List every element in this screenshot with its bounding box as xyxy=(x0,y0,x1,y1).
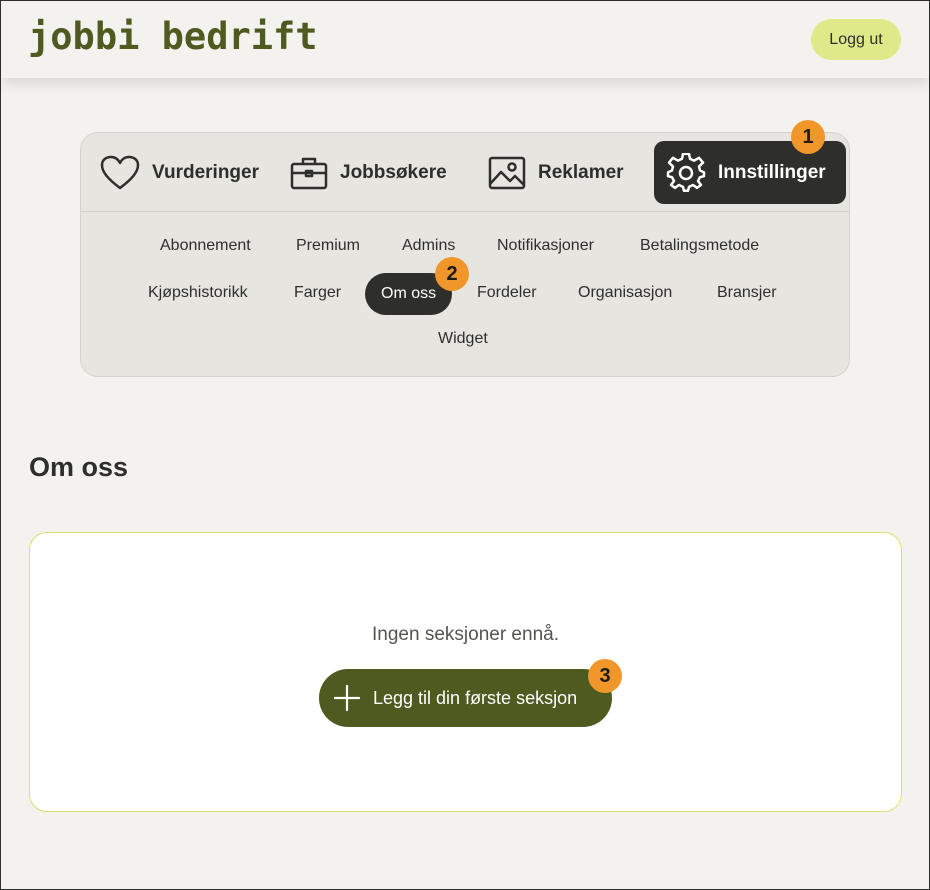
subnav-widget[interactable]: Widget xyxy=(438,318,488,360)
image-icon xyxy=(488,156,526,189)
gear-icon xyxy=(666,152,706,192)
subnav-kjopshistorikk[interactable]: Kjøpshistorikk xyxy=(148,272,248,314)
logout-button[interactable]: Logg ut xyxy=(811,19,901,60)
subnav-notifikasjoner[interactable]: Notifikasjoner xyxy=(497,225,594,267)
tab-label: Jobbsøkere xyxy=(340,161,447,183)
subnav-farger[interactable]: Farger xyxy=(294,272,341,314)
step-badge-2: 2 xyxy=(435,257,469,291)
add-button-label: Legg til din første seksjon xyxy=(373,687,578,708)
briefcase-icon xyxy=(290,157,328,189)
logo[interactable]: jobbi bedrift xyxy=(28,15,318,58)
tab-reklamer[interactable]: Reklamer xyxy=(488,141,624,204)
subnav-abonnement[interactable]: Abonnement xyxy=(160,225,251,267)
empty-state-text: Ingen seksjoner ennå. xyxy=(372,624,559,645)
step-badge-3: 3 xyxy=(588,659,622,693)
add-first-section-button[interactable]: Legg til din første seksjon xyxy=(319,669,612,727)
top-header: jobbi bedrift Logg ut xyxy=(1,1,929,78)
subnav-fordeler[interactable]: Fordeler xyxy=(477,272,537,314)
tab-vurderinger[interactable]: Vurderinger xyxy=(100,141,259,204)
plus-icon xyxy=(333,684,361,712)
tab-label: Vurderinger xyxy=(152,161,259,183)
tab-jobbsokere[interactable]: Jobbsøkere xyxy=(290,141,447,204)
subnav-betalingsmetode[interactable]: Betalingsmetode xyxy=(640,225,759,267)
subnav-bransjer[interactable]: Bransjer xyxy=(717,272,777,314)
tab-label: Innstillinger xyxy=(718,161,826,183)
settings-nav-card: Vurderinger Jobbsøkere Reklamer Innstill… xyxy=(80,132,850,377)
sections-empty-card: Ingen seksjoner ennå. Legg til din først… xyxy=(29,532,902,812)
step-badge-1: 1 xyxy=(791,120,825,154)
subnav-organisasjon[interactable]: Organisasjon xyxy=(578,272,672,314)
heart-icon xyxy=(100,155,140,189)
nav-divider xyxy=(81,211,849,212)
tab-label: Reklamer xyxy=(538,161,624,183)
subnav-premium[interactable]: Premium xyxy=(296,225,360,267)
page-title: Om oss xyxy=(29,452,129,482)
